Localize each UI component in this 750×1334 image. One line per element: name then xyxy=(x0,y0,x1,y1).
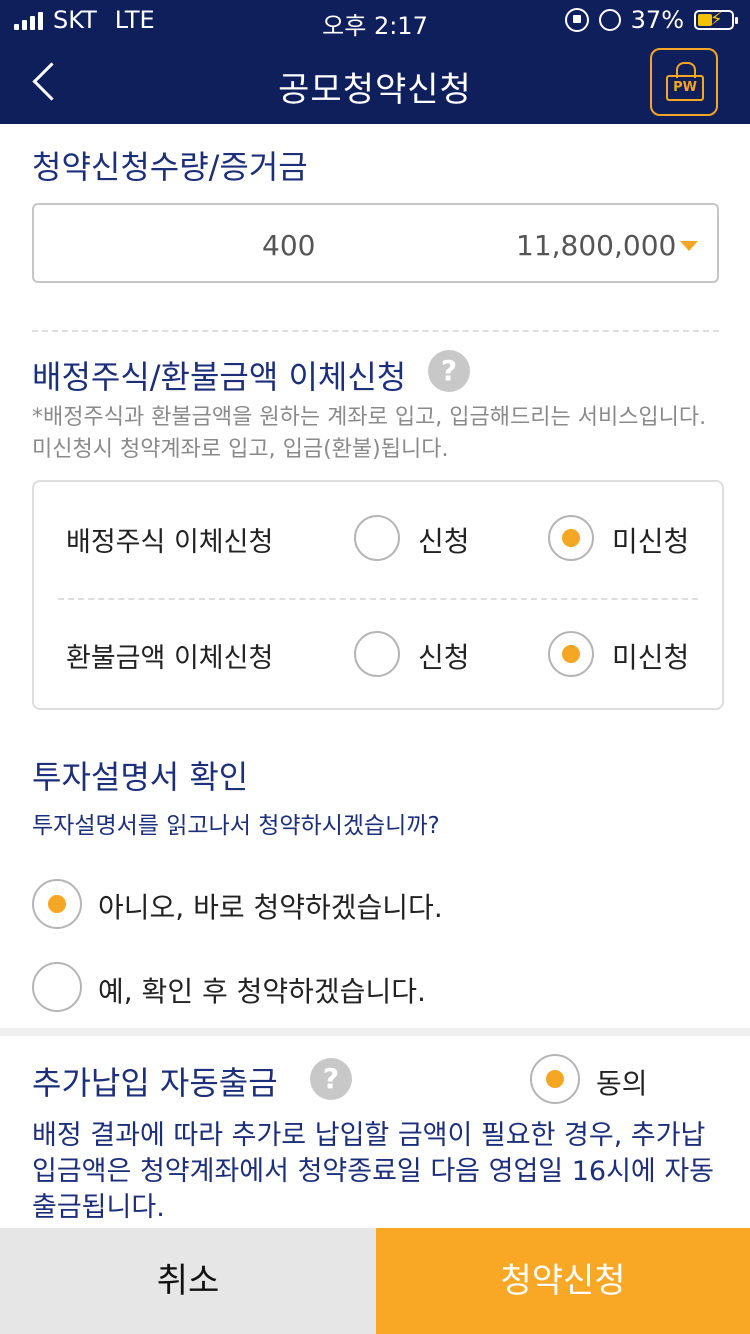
deposit-amount: 11,800,000 xyxy=(516,229,677,262)
prospectus-confirm-radio[interactable] xyxy=(32,962,82,1012)
refund-transfer-not-apply-radio[interactable] xyxy=(548,631,594,677)
row-divider xyxy=(58,598,698,600)
auto-withdraw-agree-label: 동의 xyxy=(596,1067,648,1100)
subscription-section-title: 청약신청수량/증거금 xyxy=(32,148,308,186)
page-title: 공모청약신청 xyxy=(278,70,472,110)
submit-subscription-button[interactable]: 청약신청 xyxy=(376,1228,750,1334)
quantity-select[interactable]: 400 11,800,000 xyxy=(32,203,719,283)
section-separator xyxy=(0,1028,750,1036)
quantity-value: 400 xyxy=(262,229,316,262)
status-right: 37% ⚡ xyxy=(564,6,738,34)
rotation-lock-icon xyxy=(564,8,589,32)
divider xyxy=(32,330,719,332)
stock-transfer-not-apply-radio[interactable] xyxy=(548,515,594,561)
refund-transfer-apply-label: 신청 xyxy=(418,641,470,674)
refund-transfer-apply-radio[interactable] xyxy=(354,631,400,677)
caret-down-icon xyxy=(680,241,698,251)
prospectus-question: 투자설명서를 읽고나서 청약하시겠습니까? xyxy=(32,813,440,839)
stock-transfer-apply-radio[interactable] xyxy=(354,515,400,561)
prospectus-skip-radio[interactable] xyxy=(32,879,82,929)
refund-transfer-label: 환불금액 이체신청 xyxy=(66,643,274,674)
stock-transfer-apply-label: 신청 xyxy=(418,525,470,558)
transfer-help-icon[interactable]: ? xyxy=(428,350,470,392)
prospectus-section-title: 투자설명서 확인 xyxy=(32,758,249,796)
refund-transfer-not-apply-label: 미신청 xyxy=(612,641,690,674)
transfer-options-card: 배정주식 이체신청 신청 미신청 환불금액 이체신청 신청 미신청 xyxy=(32,480,724,710)
alarm-icon xyxy=(598,9,621,31)
pw-label: PW xyxy=(666,75,704,101)
prospectus-confirm-label: 예, 확인 후 청약하겠습니다. xyxy=(98,975,426,1008)
stock-transfer-not-apply-label: 미신청 xyxy=(612,525,690,558)
battery-icon: ⚡ xyxy=(694,10,738,30)
auto-withdraw-title: 추가납입 자동출금 xyxy=(32,1064,278,1102)
cancel-button[interactable]: 취소 xyxy=(0,1228,376,1334)
nav-bar: 공모청약신청 PW xyxy=(0,42,750,124)
auto-withdraw-agree-radio[interactable] xyxy=(530,1054,580,1104)
transfer-section-title: 배정주식/환불금액 이체신청 xyxy=(32,358,407,396)
auto-withdraw-help-icon[interactable]: ? xyxy=(310,1058,352,1100)
auto-withdraw-description: 배정 결과에 따라 추가로 납입할 금액이 필요한 경우, 추가납입금액은 청약… xyxy=(32,1120,715,1223)
prospectus-skip-label: 아니오, 바로 청약하겠습니다. xyxy=(98,891,443,924)
stock-transfer-label: 배정주식 이체신청 xyxy=(66,527,274,558)
status-bar: SKT LTE 오후 2:17 37% ⚡ xyxy=(0,0,750,42)
password-button[interactable]: PW xyxy=(650,48,718,116)
battery-percent: 37% xyxy=(630,6,684,34)
transfer-note: *배정주식과 환불금액을 원하는 계좌로 입고, 입금해드리는 서비스입니다. … xyxy=(32,405,707,462)
